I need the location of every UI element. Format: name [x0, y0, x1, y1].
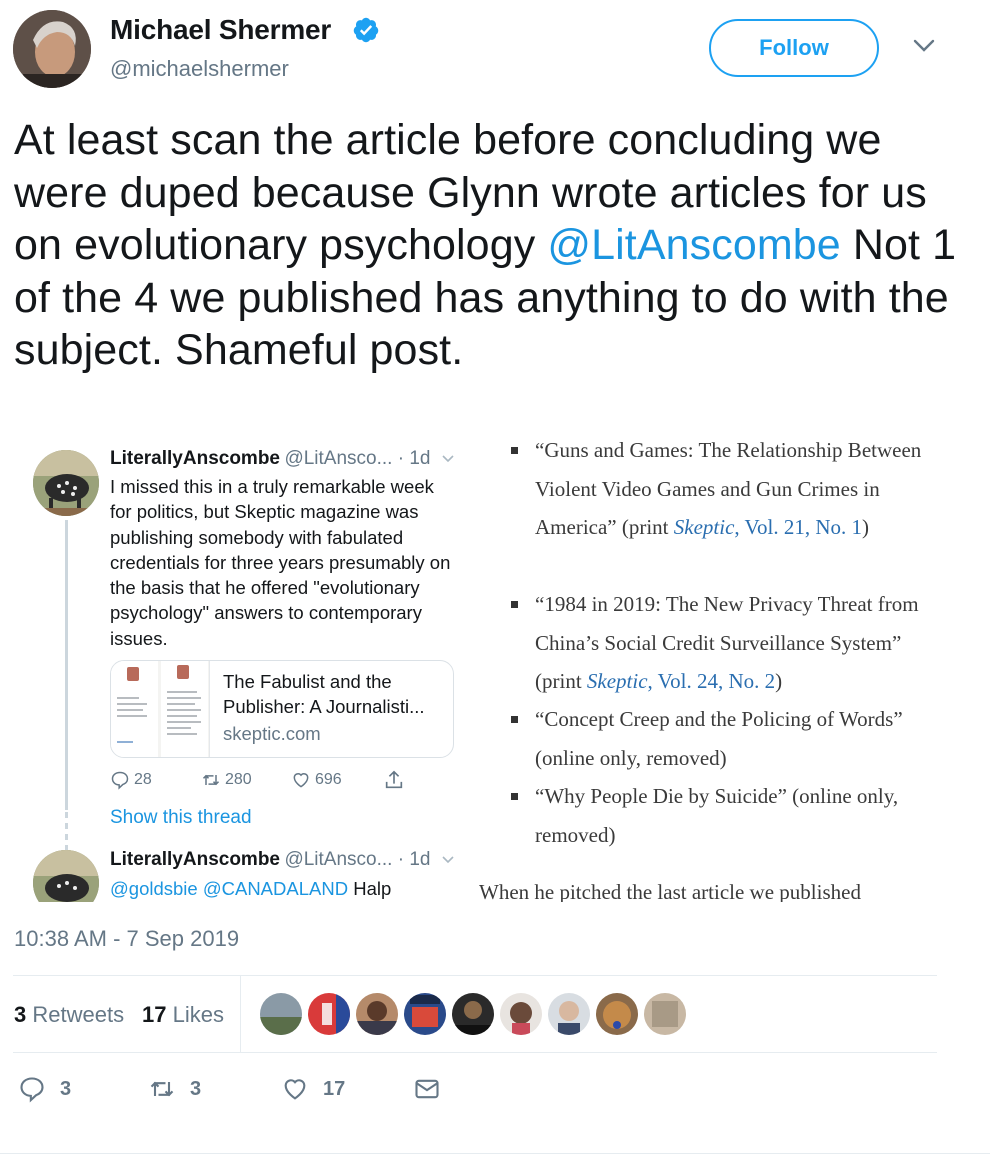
embedded-mention-goldsbie: @goldsbie — [110, 878, 198, 899]
chevron-down-icon[interactable] — [912, 38, 936, 54]
chevron-down-icon — [442, 455, 454, 463]
divider — [0, 1153, 990, 1154]
heart-icon — [284, 1079, 306, 1100]
retweets-count: 3 — [14, 1002, 27, 1027]
envelope-icon — [415, 1079, 439, 1099]
liker-avatar[interactable] — [452, 993, 494, 1035]
reply-button[interactable]: 3 — [18, 1075, 71, 1103]
author-avatar[interactable] — [13, 10, 91, 88]
tweet-media-image[interactable]: LiterallyAnscombe @LitAnsco... · 1d I mi… — [13, 440, 937, 902]
article-tail-text: When he pitched the last article we publ… — [479, 880, 861, 902]
retweet-icon — [202, 774, 220, 786]
retweet-button[interactable]: 3 — [148, 1075, 201, 1103]
embedded-link-card: The Fabulist and the Publisher: A Journa… — [110, 660, 454, 758]
share-icon — [385, 770, 403, 789]
embedded-author-name-2: LiterallyAnscombe — [110, 849, 280, 870]
embedded-reply-action: 28 — [110, 770, 152, 790]
card-domain: skeptic.com — [223, 723, 321, 744]
retweets-label: Retweets — [32, 1002, 125, 1027]
heart-icon — [293, 773, 309, 788]
embedded-like-action: 696 — [291, 770, 342, 790]
article-list-item: “1984 in 2019: The New Privacy Threat fr… — [511, 585, 935, 701]
card-title: The Fabulist and the Publisher: A Journa… — [223, 671, 425, 717]
verified-badge-icon — [353, 17, 379, 43]
like-button[interactable]: 17 — [281, 1075, 345, 1103]
tweet-text: At least scan the article before conclud… — [14, 114, 964, 377]
show-this-thread-link: Show this thread — [110, 807, 252, 828]
author-name[interactable]: Michael Shermer — [110, 14, 331, 46]
liker-avatar[interactable] — [404, 993, 446, 1035]
embedded-author-name: LiterallyAnscombe — [110, 448, 280, 469]
article-list-item: “Concept Creep and the Policing of Words… — [511, 700, 935, 777]
embedded-tweet-text: I missed this in a truly remarkable week… — [110, 476, 451, 649]
direct-message-button[interactable] — [413, 1075, 441, 1103]
liker-avatar[interactable] — [500, 993, 542, 1035]
likes-stat[interactable]: 17 Likes — [142, 1002, 224, 1028]
embedded-avatar-2 — [33, 850, 99, 902]
thread-dotted-line — [65, 812, 68, 850]
chevron-down-icon — [442, 856, 454, 864]
embedded-retweet-count: 280 — [225, 771, 252, 788]
thread-connector-line — [65, 520, 68, 810]
mention-litanscombe-link[interactable]: @LitAnscombe — [547, 221, 840, 269]
divider — [13, 1052, 937, 1053]
embedded-author-handle: @LitAnsco... · 1d — [284, 448, 431, 469]
liker-avatar[interactable] — [356, 993, 398, 1035]
retweet-icon — [150, 1081, 174, 1097]
card-thumbnail — [111, 661, 210, 757]
retweet-count: 3 — [190, 1077, 202, 1100]
like-count: 17 — [323, 1077, 346, 1100]
embedded-tweet2-header: LiterallyAnscombe @LitAnsco... · 1d — [110, 849, 430, 871]
embedded-tweet2-body: Halp — [348, 878, 392, 899]
article-excerpt: “Guns and Games: The Relationship Betwee… — [479, 440, 937, 902]
article-list-item: “Why People Die by Suicide” (online only… — [511, 777, 935, 854]
divider — [13, 975, 937, 976]
likes-count: 17 — [142, 1002, 167, 1027]
embedded-tweet2-text: @goldsbie @CANADALAND Halp — [110, 876, 391, 901]
author-handle[interactable]: @michaelshermer — [110, 56, 289, 82]
liker-avatar[interactable] — [548, 993, 590, 1035]
article-list-item: “Guns and Games: The Relationship Betwee… — [511, 440, 935, 547]
stats-divider — [240, 976, 241, 1052]
embedded-tweet-header: LiterallyAnscombe @LitAnsco... · 1d — [110, 448, 430, 470]
likes-label: Likes — [172, 1002, 224, 1027]
liker-avatar[interactable] — [260, 993, 302, 1035]
embedded-author-handle-2: @LitAnsco... · 1d — [284, 849, 431, 870]
embedded-avatar — [33, 450, 99, 516]
retweets-stat[interactable]: 3 Retweets — [14, 1002, 124, 1028]
liker-avatar[interactable] — [644, 993, 686, 1035]
reply-icon — [20, 1077, 44, 1103]
liker-avatar[interactable] — [308, 993, 350, 1035]
tweet-timestamp[interactable]: 10:38 AM - 7 Sep 2019 — [14, 926, 239, 952]
reply-count: 3 — [60, 1077, 72, 1100]
embedded-mention-canadaland: @CANADALAND — [202, 878, 349, 899]
document-thumbnail-left — [111, 661, 158, 757]
embedded-reply-count: 28 — [134, 771, 152, 788]
embedded-like-count: 696 — [315, 771, 342, 788]
follow-button[interactable]: Follow — [709, 19, 879, 77]
document-thumbnail-right — [161, 661, 208, 757]
reply-icon — [111, 771, 129, 790]
embedded-retweet-action: 280 — [201, 770, 252, 790]
liker-avatar[interactable] — [596, 993, 638, 1035]
